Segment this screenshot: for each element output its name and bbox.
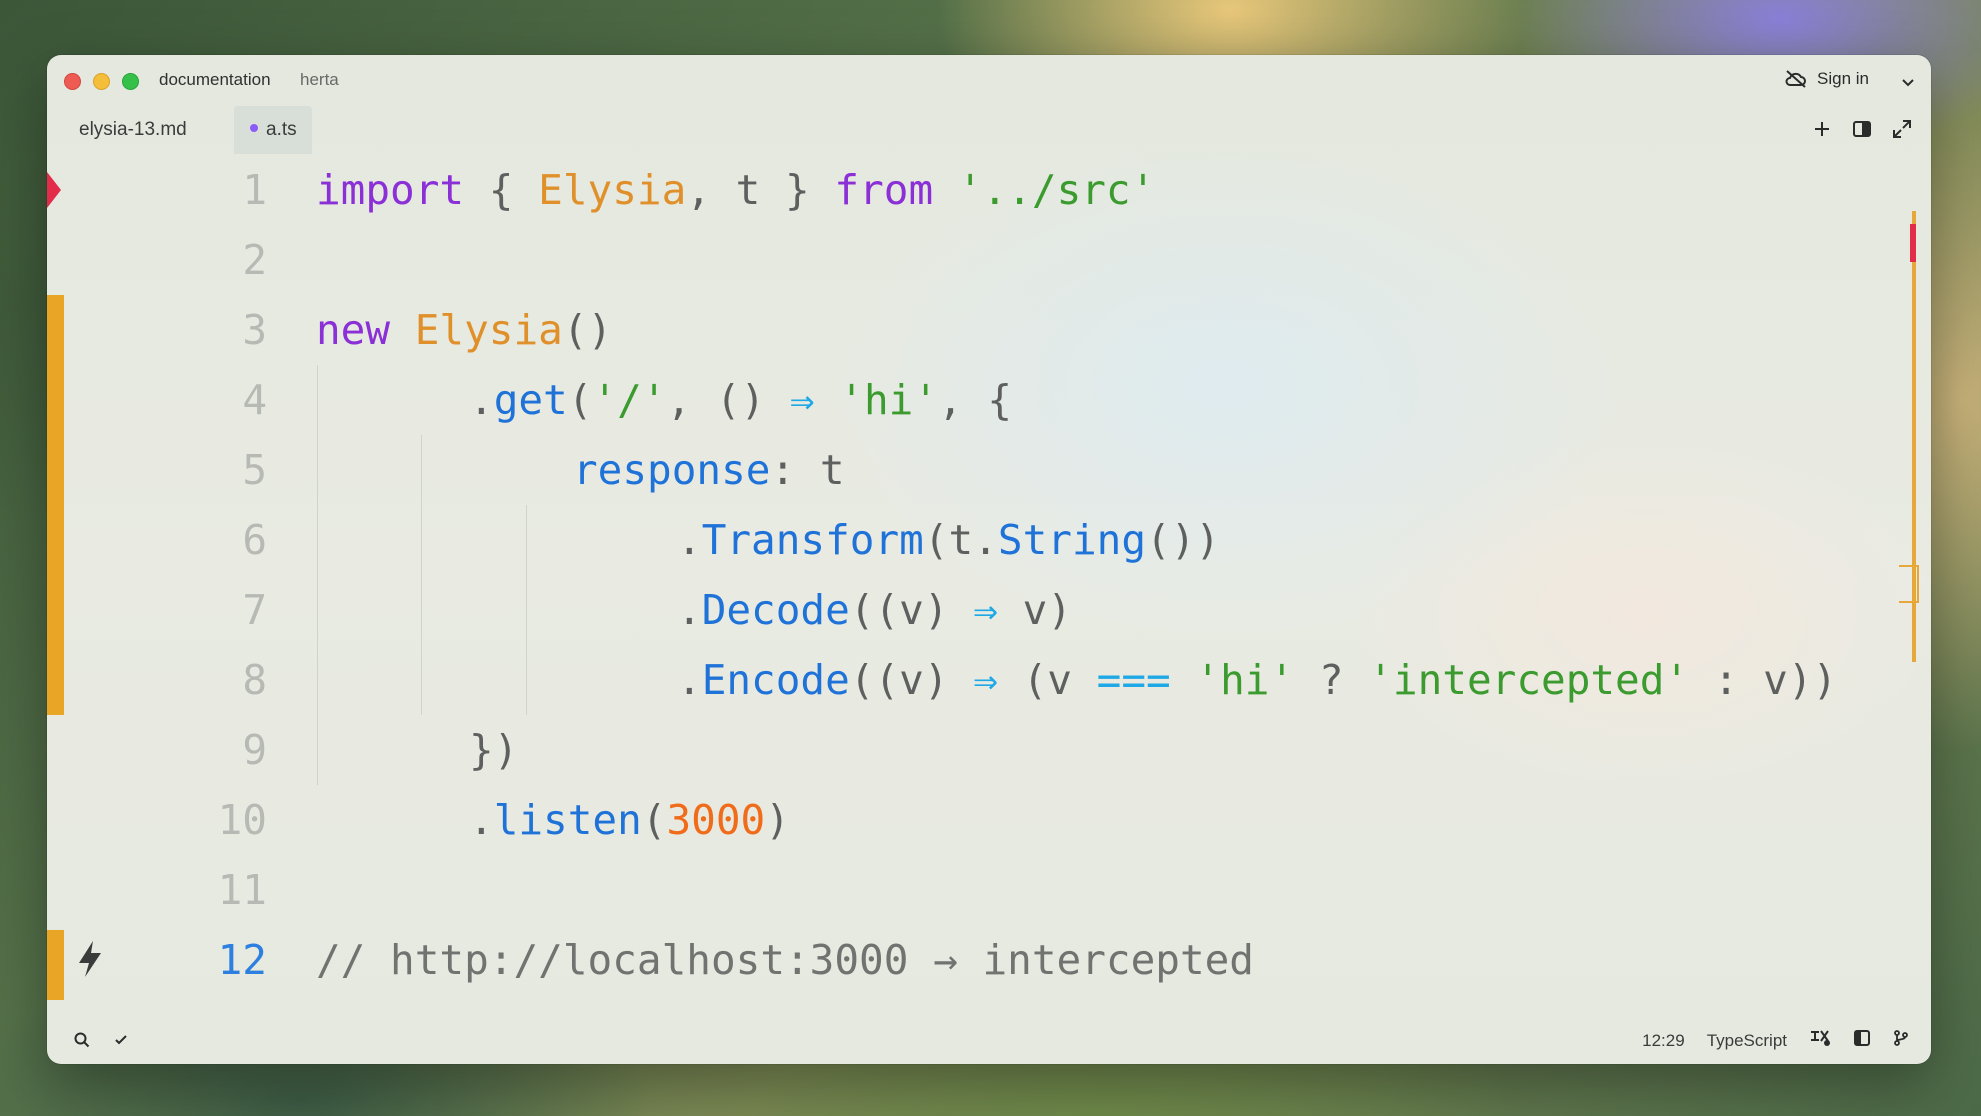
code-line[interactable]: 2 (47, 225, 1931, 295)
git-branch-icon[interactable] (1893, 1029, 1909, 1052)
code-line[interactable]: 3 new Elysia() (47, 295, 1931, 365)
code-line[interactable]: 6 .Transform(t.String()) (47, 505, 1931, 575)
code-text: .get('/', () ⇒ 'hi', { (469, 376, 1013, 424)
code-text: new Elysia() (316, 306, 613, 354)
code-line[interactable]: 10 .listen(3000) (47, 785, 1931, 855)
bolt-icon[interactable] (75, 939, 105, 984)
scrollbar-thumb[interactable] (1899, 565, 1919, 603)
minimize-window-button[interactable] (93, 73, 110, 90)
tab-a-ts[interactable]: a.ts (234, 106, 312, 154)
tab-label: elysia-13.md (79, 119, 187, 140)
code-text: .Transform(t.String()) (677, 516, 1221, 564)
cloud-off-icon (1785, 70, 1807, 88)
maximize-window-button[interactable] (122, 73, 139, 90)
chevron-down-icon[interactable] (1901, 75, 1915, 93)
line-number: 1 (242, 166, 267, 214)
code-text: import { Elysia, t } from '../src' (316, 166, 1156, 214)
code-editor[interactable]: 1 import { Elysia, t } from '../src' 2 3… (47, 154, 1931, 1016)
branch-name[interactable]: herta (300, 70, 339, 90)
line-number: 12 (217, 936, 267, 984)
line-number: 10 (217, 796, 267, 844)
tab-elysia-13-md[interactable]: elysia-13.md (69, 106, 197, 154)
tab-actions (1811, 118, 1913, 140)
code-line[interactable]: 11 (47, 855, 1931, 925)
check-icon[interactable] (113, 1032, 129, 1053)
code-line[interactable]: 4 .get('/', () ⇒ 'hi', { (47, 365, 1931, 435)
code-line[interactable]: 8 .Encode((v) ⇒ (v === 'hi' ? 'intercept… (47, 645, 1931, 715)
code-line[interactable]: 5 response: t (47, 435, 1931, 505)
code-line[interactable]: 7 .Decode((v) ⇒ v) (47, 575, 1931, 645)
language-mode[interactable]: TypeScript (1707, 1031, 1787, 1051)
line-number: 9 (242, 726, 267, 774)
line-number: 5 (242, 446, 267, 494)
modified-dot-icon (250, 123, 258, 132)
close-window-button[interactable] (64, 73, 81, 90)
code-text: .Decode((v) ⇒ v) (677, 586, 1072, 634)
title-bar: documentation herta Sign in (47, 55, 1931, 105)
line-number: 11 (217, 866, 267, 914)
project-name[interactable]: documentation (159, 70, 271, 90)
search-icon[interactable] (73, 1031, 91, 1054)
editor-window: documentation herta Sign in elysia-13.md… (47, 55, 1931, 1064)
plus-icon[interactable] (1811, 118, 1833, 140)
tab-label: a.ts (266, 119, 297, 140)
sign-in-button[interactable]: Sign in (1785, 69, 1869, 89)
code-line-active[interactable]: 12 // http://localhost:3000 → intercepte… (47, 925, 1931, 995)
line-number: 2 (242, 236, 267, 284)
code-line[interactable]: 1 import { Elysia, t } from '../src' (47, 155, 1931, 225)
line-number: 3 (242, 306, 267, 354)
code-text: response: t (573, 446, 845, 494)
scrollbar-error-marker (1910, 224, 1916, 262)
code-text: }) (469, 726, 519, 774)
cursor-position[interactable]: 12:29 (1642, 1031, 1685, 1051)
code-text: .listen(3000) (469, 796, 790, 844)
code-comment: // http://localhost:3000 → intercepted (316, 936, 1254, 984)
line-number: 6 (242, 516, 267, 564)
code-line[interactable]: 9 }) (47, 715, 1931, 785)
line-number: 8 (242, 656, 267, 704)
expand-icon[interactable] (1891, 118, 1913, 140)
split-pane-icon[interactable] (1851, 118, 1873, 140)
status-bar: 12:29 TypeScript (47, 1016, 1931, 1064)
line-number: 4 (242, 376, 267, 424)
sign-in-label: Sign in (1817, 69, 1869, 88)
panel-icon[interactable] (1853, 1029, 1871, 1052)
code-text: .Encode((v) ⇒ (v === 'hi' ? 'intercepted… (677, 656, 1838, 704)
line-number: 7 (242, 586, 267, 634)
tab-bar: elysia-13.md a.ts (47, 106, 1931, 154)
ai-icon[interactable] (1809, 1028, 1831, 1053)
